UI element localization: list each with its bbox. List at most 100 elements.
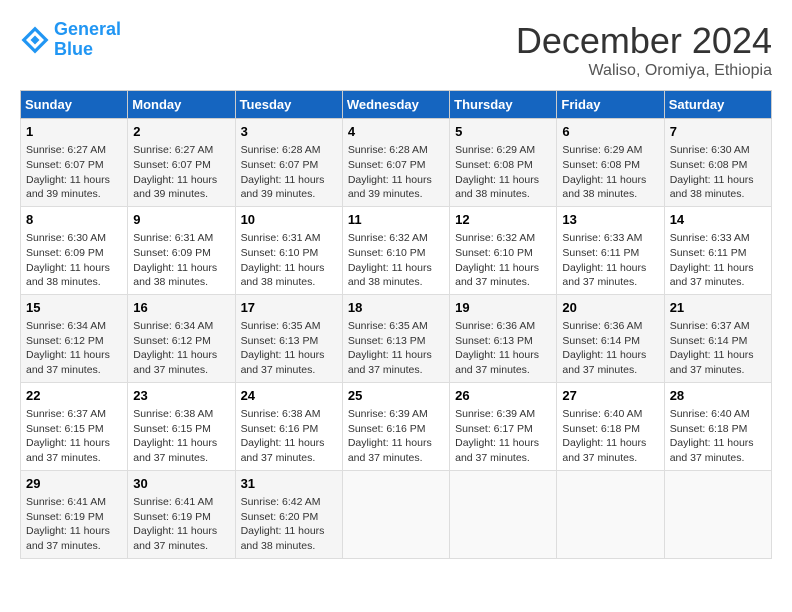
day-number: 2 [133,123,229,141]
day-number: 23 [133,387,229,405]
weekday-header-tuesday: Tuesday [235,91,342,119]
day-number: 11 [348,211,444,229]
calendar-cell: 12 Sunrise: 6:32 AM Sunset: 6:10 PM Dayli… [450,206,557,294]
day-info: Sunrise: 6:40 AM Sunset: 6:18 PM Dayligh… [670,407,766,466]
day-number: 20 [562,299,658,317]
day-number: 19 [455,299,551,317]
day-number: 29 [26,475,122,493]
weekday-header-row: SundayMondayTuesdayWednesdayThursdayFrid… [21,91,772,119]
calendar-cell: 17 Sunrise: 6:35 AM Sunset: 6:13 PM Dayli… [235,294,342,382]
week-row-1: 1 Sunrise: 6:27 AM Sunset: 6:07 PM Daylig… [21,119,772,207]
day-number: 31 [241,475,337,493]
weekday-header-saturday: Saturday [664,91,771,119]
calendar-cell: 1Sunrise: 6:27 AM Sunset: 6:07 PM Daylig… [21,119,128,207]
calendar-cell: 3 Sunrise: 6:28 AM Sunset: 6:07 PM Daylig… [235,119,342,207]
location: Waliso, Oromiya, Ethiopia [516,62,772,80]
calendar-cell: 13 Sunrise: 6:33 AM Sunset: 6:11 PM Dayli… [557,206,664,294]
weekday-header-friday: Friday [557,91,664,119]
calendar-cell: 23 Sunrise: 6:38 AM Sunset: 6:15 PM Dayli… [128,382,235,470]
calendar-cell: 2 Sunrise: 6:27 AM Sunset: 6:07 PM Daylig… [128,119,235,207]
day-info: Sunrise: 6:35 AM Sunset: 6:13 PM Dayligh… [241,319,337,378]
day-number: 21 [670,299,766,317]
logo-text: General Blue [54,20,121,60]
weekday-header-thursday: Thursday [450,91,557,119]
day-number: 17 [241,299,337,317]
day-info: Sunrise: 6:34 AM Sunset: 6:12 PM Dayligh… [26,319,122,378]
day-number: 30 [133,475,229,493]
day-number: 26 [455,387,551,405]
calendar-cell: 22 Sunrise: 6:37 AM Sunset: 6:15 PM Dayli… [21,382,128,470]
calendar-cell: 29 Sunrise: 6:41 AM Sunset: 6:19 PM Dayli… [21,470,128,558]
day-info: Sunrise: 6:28 AM Sunset: 6:07 PM Dayligh… [241,143,337,202]
day-number: 18 [348,299,444,317]
day-number: 5 [455,123,551,141]
weekday-header-monday: Monday [128,91,235,119]
day-info: Sunrise: 6:28 AM Sunset: 6:07 PM Dayligh… [348,143,444,202]
month-title: December 2024 [516,20,772,62]
calendar-cell: 16Sunrise: 6:34 AM Sunset: 6:12 PM Dayli… [128,294,235,382]
day-number: 22 [26,387,122,405]
calendar-cell: 10Sunrise: 6:31 AM Sunset: 6:10 PM Dayli… [235,206,342,294]
calendar-cell [342,470,449,558]
calendar-cell: 26 Sunrise: 6:39 AM Sunset: 6:17 PM Dayli… [450,382,557,470]
calendar-cell: 7Sunrise: 6:30 AM Sunset: 6:08 PM Daylig… [664,119,771,207]
calendar-cell: 9Sunrise: 6:31 AM Sunset: 6:09 PM Daylig… [128,206,235,294]
day-info: Sunrise: 6:30 AM Sunset: 6:08 PM Dayligh… [670,143,766,202]
day-number: 16 [133,299,229,317]
week-row-4: 22 Sunrise: 6:37 AM Sunset: 6:15 PM Dayli… [21,382,772,470]
day-number: 15 [26,299,122,317]
calendar-cell [664,470,771,558]
day-info: Sunrise: 6:35 AM Sunset: 6:13 PM Dayligh… [348,319,444,378]
logo-icon [20,25,50,55]
day-info: Sunrise: 6:32 AM Sunset: 6:10 PM Dayligh… [348,231,444,290]
calendar-cell: 15 Sunrise: 6:34 AM Sunset: 6:12 PM Dayli… [21,294,128,382]
calendar-cell: 19 Sunrise: 6:36 AM Sunset: 6:13 PM Dayli… [450,294,557,382]
day-info: Sunrise: 6:40 AM Sunset: 6:18 PM Dayligh… [562,407,658,466]
calendar-cell: 28 Sunrise: 6:40 AM Sunset: 6:18 PM Dayli… [664,382,771,470]
day-info: Sunrise: 6:32 AM Sunset: 6:10 PM Dayligh… [455,231,551,290]
calendar-cell [557,470,664,558]
day-number: 4 [348,123,444,141]
day-info: Sunrise: 6:38 AM Sunset: 6:16 PM Dayligh… [241,407,337,466]
day-info: Sunrise: 6:41 AM Sunset: 6:19 PM Dayligh… [26,495,122,554]
day-number: 25 [348,387,444,405]
day-info: Sunrise: 6:30 AM Sunset: 6:09 PM Dayligh… [26,231,122,290]
day-number: 14 [670,211,766,229]
day-info: Sunrise: 6:27 AM Sunset: 6:07 PM Dayligh… [133,143,229,202]
calendar-cell: 27Sunrise: 6:40 AM Sunset: 6:18 PM Dayli… [557,382,664,470]
day-number: 3 [241,123,337,141]
week-row-5: 29 Sunrise: 6:41 AM Sunset: 6:19 PM Dayli… [21,470,772,558]
weekday-header-wednesday: Wednesday [342,91,449,119]
day-number: 9 [133,211,229,229]
day-number: 28 [670,387,766,405]
day-info: Sunrise: 6:38 AM Sunset: 6:15 PM Dayligh… [133,407,229,466]
calendar-cell: 30Sunrise: 6:41 AM Sunset: 6:19 PM Dayli… [128,470,235,558]
day-number: 12 [455,211,551,229]
day-number: 1 [26,123,122,141]
day-info: Sunrise: 6:33 AM Sunset: 6:11 PM Dayligh… [562,231,658,290]
week-row-3: 15 Sunrise: 6:34 AM Sunset: 6:12 PM Dayli… [21,294,772,382]
calendar-cell: 5 Sunrise: 6:29 AM Sunset: 6:08 PM Daylig… [450,119,557,207]
title-block: December 2024 Waliso, Oromiya, Ethiopia [516,20,772,80]
calendar-cell: 31Sunrise: 6:42 AM Sunset: 6:20 PM Dayli… [235,470,342,558]
day-info: Sunrise: 6:37 AM Sunset: 6:15 PM Dayligh… [26,407,122,466]
day-number: 24 [241,387,337,405]
day-info: Sunrise: 6:39 AM Sunset: 6:17 PM Dayligh… [455,407,551,466]
day-info: Sunrise: 6:29 AM Sunset: 6:08 PM Dayligh… [562,143,658,202]
weekday-header-sunday: Sunday [21,91,128,119]
calendar-cell: 25 Sunrise: 6:39 AM Sunset: 6:16 PM Dayli… [342,382,449,470]
day-info: Sunrise: 6:31 AM Sunset: 6:10 PM Dayligh… [241,231,337,290]
day-number: 13 [562,211,658,229]
calendar-cell: 18 Sunrise: 6:35 AM Sunset: 6:13 PM Dayli… [342,294,449,382]
day-info: Sunrise: 6:36 AM Sunset: 6:14 PM Dayligh… [562,319,658,378]
day-info: Sunrise: 6:36 AM Sunset: 6:13 PM Dayligh… [455,319,551,378]
day-info: Sunrise: 6:33 AM Sunset: 6:11 PM Dayligh… [670,231,766,290]
calendar-cell: 14 Sunrise: 6:33 AM Sunset: 6:11 PM Dayli… [664,206,771,294]
day-info: Sunrise: 6:29 AM Sunset: 6:08 PM Dayligh… [455,143,551,202]
calendar-cell: 21Sunrise: 6:37 AM Sunset: 6:14 PM Dayli… [664,294,771,382]
calendar-cell [450,470,557,558]
logo: General Blue [20,20,121,60]
week-row-2: 8Sunrise: 6:30 AM Sunset: 6:09 PM Daylig… [21,206,772,294]
calendar-table: SundayMondayTuesdayWednesdayThursdayFrid… [20,90,772,559]
day-info: Sunrise: 6:39 AM Sunset: 6:16 PM Dayligh… [348,407,444,466]
